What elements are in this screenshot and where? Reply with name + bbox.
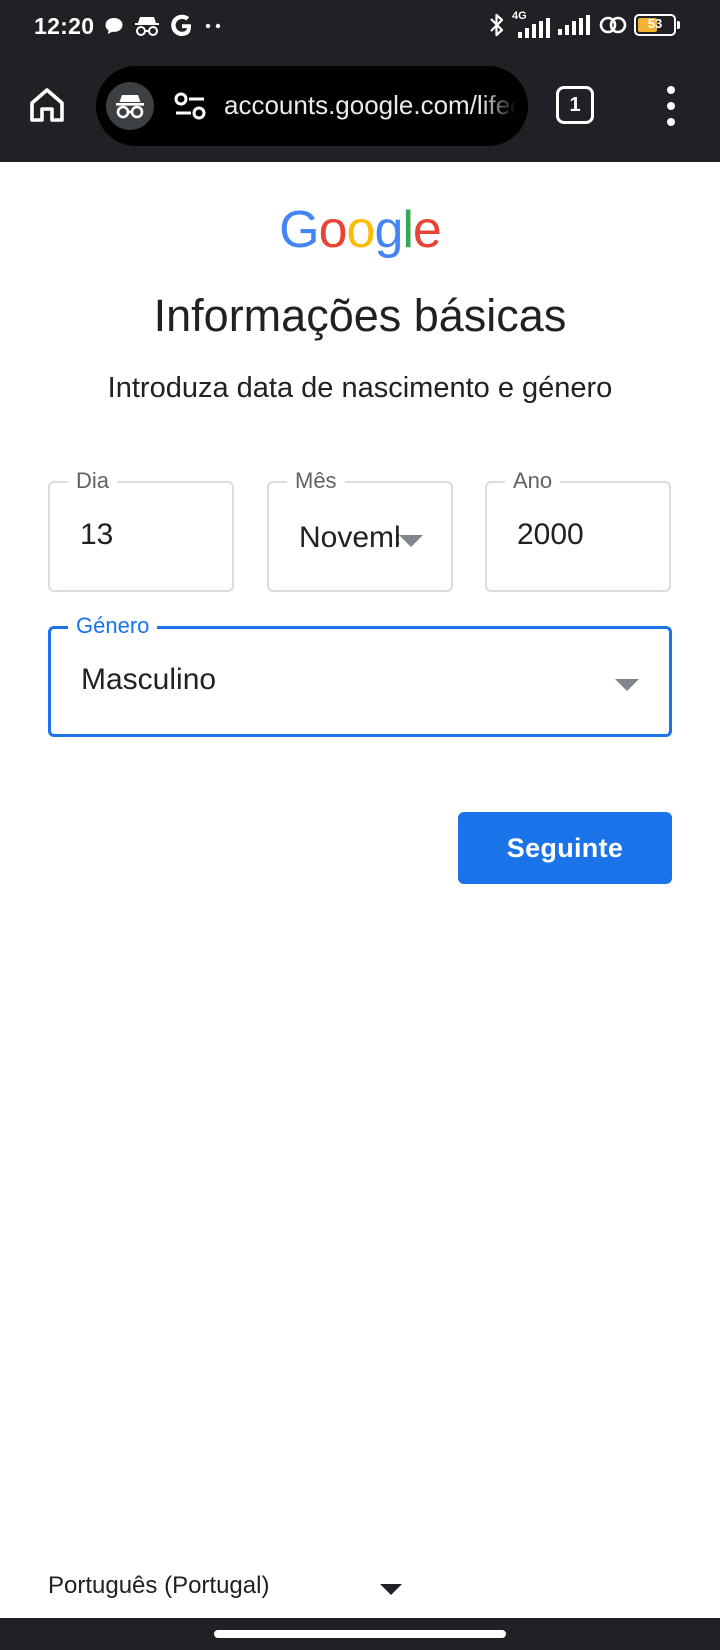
logo-letter: o <box>318 201 348 259</box>
year-value[interactable]: 2000 <box>517 518 584 552</box>
incognito-badge[interactable] <box>106 82 154 130</box>
language-select[interactable]: Português (Portugal) <box>48 1570 408 1606</box>
address-bar[interactable]: accounts.google.com/lifecycle <box>96 66 528 146</box>
status-right-icons: 4G 53 <box>488 10 680 38</box>
site-settings-icon[interactable] <box>174 92 206 120</box>
language-dropdown-arrow-icon[interactable] <box>380 1584 402 1595</box>
logo-letter: e <box>412 201 442 259</box>
signal-icon <box>558 15 590 35</box>
status-bar: 12:20 4G 53 <box>0 0 720 54</box>
year-field[interactable]: Ano 2000 <box>485 466 671 592</box>
tab-count: 1 <box>569 93 581 116</box>
next-button-label: Seguinte <box>506 832 624 863</box>
google-g-icon <box>171 14 191 36</box>
logo-letter: g <box>374 201 403 259</box>
system-nav-bar <box>0 1618 720 1650</box>
gender-label: Género <box>68 611 158 641</box>
hotspot-icon <box>599 16 627 34</box>
more-dots-icon <box>205 23 221 29</box>
bluetooth-icon <box>490 13 504 37</box>
battery-icon: 53 <box>634 14 680 36</box>
month-label: Mês <box>287 466 345 496</box>
chat-bubble-icon <box>105 18 123 34</box>
more-vert-icon[interactable] <box>656 82 686 130</box>
url-text[interactable]: accounts.google.com/lifecycle <box>224 90 516 121</box>
month-dropdown-arrow-icon[interactable] <box>399 535 423 547</box>
year-label: Ano <box>505 466 561 496</box>
browser-toolbar: accounts.google.com/lifecycle 1 <box>0 64 720 146</box>
logo-letter: o <box>346 201 376 259</box>
browser-chrome: 12:20 4G 53 accounts.google.com/life 1 <box>0 0 720 162</box>
gender-value[interactable]: Masculino <box>81 663 216 697</box>
incognito-icon <box>116 95 144 119</box>
day-field[interactable]: Dia 13 <box>48 466 234 592</box>
logo-letter: G <box>279 201 319 259</box>
tab-switcher-button[interactable]: 1 <box>556 86 594 124</box>
battery-level: 53 <box>647 16 663 31</box>
gender-select[interactable]: Género Masculino <box>48 611 672 737</box>
signal-4g-icon: 4G <box>512 10 552 38</box>
day-value[interactable]: 13 <box>80 518 113 552</box>
home-indicator[interactable] <box>214 1630 506 1638</box>
language-label: Português (Portugal) <box>48 1572 270 1599</box>
home-button[interactable] <box>22 80 72 130</box>
incognito-icon <box>135 17 159 36</box>
status-time: 12:20 <box>34 13 95 39</box>
next-button[interactable]: Seguinte <box>458 812 672 884</box>
gender-dropdown-arrow-icon[interactable] <box>615 679 639 691</box>
page-title: Informações básicas <box>153 290 567 341</box>
home-icon <box>30 88 64 122</box>
month-select[interactable]: Mês Novembro <box>267 466 453 592</box>
page-subtitle: Introduza data de nascimento e género <box>107 372 613 404</box>
logo-letter: l <box>402 201 414 259</box>
day-label: Dia <box>68 466 118 496</box>
google-logo: Google <box>0 200 720 260</box>
status-left-icons <box>104 14 222 38</box>
month-value[interactable]: Novembro <box>299 521 399 555</box>
